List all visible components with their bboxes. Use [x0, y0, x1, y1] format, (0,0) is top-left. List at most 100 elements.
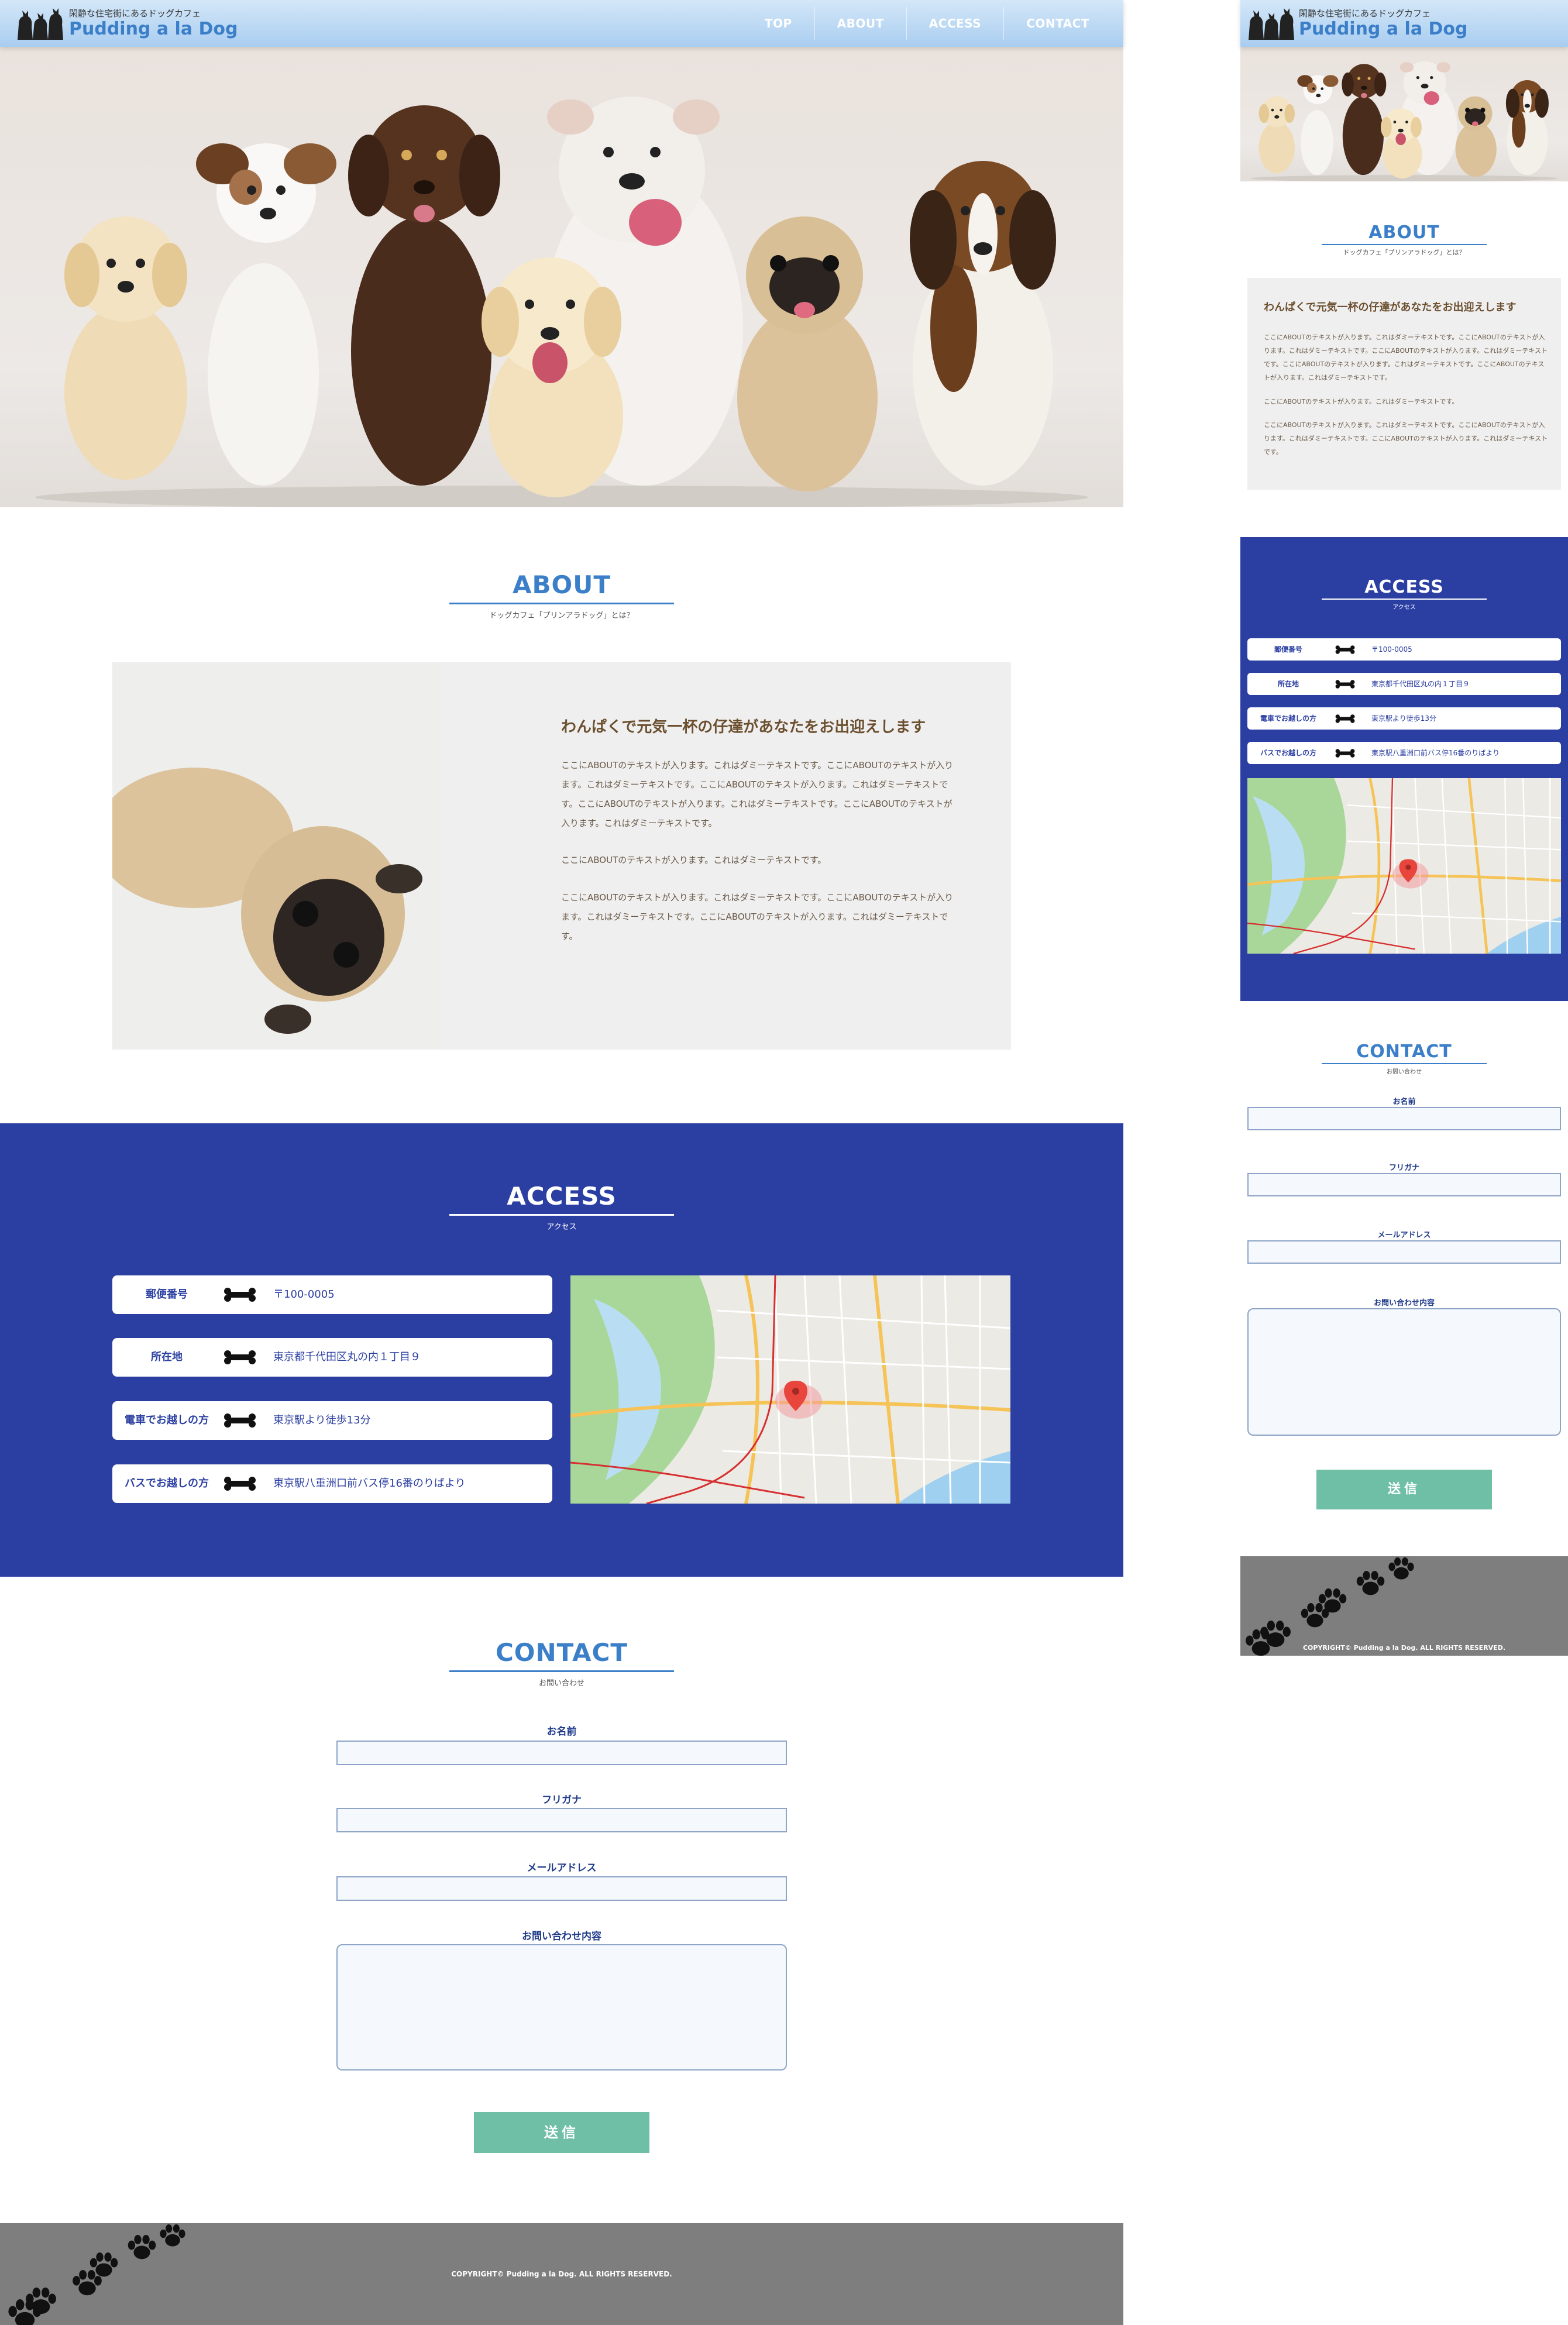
- contact-section-title: CONTACT お問い合わせ: [445, 1638, 679, 1688]
- access-row-address: 所在地 東京都千代田区丸の内１丁目９: [112, 1338, 552, 1377]
- access-row-label: 郵便番号: [146, 1288, 188, 1301]
- mobile-about-underline: [1322, 244, 1487, 245]
- dogs-logo-icon[interactable]: [1246, 7, 1294, 40]
- mobile-footer: COPYRIGHT© Pudding a la Dog. ALL RIGHTS …: [1240, 1556, 1568, 1656]
- message-label: お問い合わせ内容: [522, 1931, 601, 1942]
- hero-image: [0, 47, 1123, 507]
- mobile-access-row-value: 東京都千代田区丸の内１丁目９: [1371, 680, 1470, 688]
- mobile-access-subtitle: アクセス: [1392, 604, 1416, 611]
- pug-photo: [112, 662, 440, 1050]
- about-paragraph-1: ここにABOUTのテキストが入ります。これはダミーテキストです。ここにABOUT…: [561, 760, 954, 828]
- access-row-value: 東京駅より徒歩13分: [273, 1414, 371, 1426]
- mobile-access-row-value: 東京駅より徒歩13分: [1371, 714, 1437, 723]
- about-paragraph-3: ここにABOUTのテキストが入ります。これはダミーテキストです。ここにABOUT…: [561, 892, 954, 941]
- mobile-name-input[interactable]: [1247, 1107, 1561, 1130]
- mobile-copyright-text: COPYRIGHT© Pudding a la Dog. ALL RIGHTS …: [1302, 1644, 1506, 1652]
- access-row-train: 電車でお越しの方 東京駅より徒歩13分: [112, 1401, 552, 1440]
- about-subtitle: ドッグカフェ「プリンアラドッグ」とは？: [489, 611, 634, 620]
- bone-icon: [223, 1413, 256, 1428]
- puppies-photo: [0, 47, 1123, 507]
- mobile-about-paragraph-2: ここにABOUTのテキストが入ります。これはダミーテキストです。: [1264, 398, 1459, 405]
- mobile-access-row-value: 〒100-0005: [1371, 645, 1412, 654]
- mobile-access-row-bus: バスでお越しの方 東京駅八重洲口前バス停16番のりばより: [1247, 742, 1561, 764]
- map-image: [570, 1275, 1010, 1504]
- about-paragraph-2: ここにABOUTのテキストが入ります。これはダミーテキストです。: [561, 855, 827, 865]
- mobile-access-row-value: 東京駅八重洲口前バス停16番のりばより: [1371, 749, 1500, 757]
- bone-icon: [1335, 749, 1355, 758]
- access-title-underline: [449, 1214, 674, 1216]
- bone-icon: [223, 1288, 256, 1302]
- furigana-label: フリガナ: [542, 1794, 582, 1806]
- mobile-furigana-input[interactable]: [1247, 1173, 1561, 1196]
- access-title: ACCESS: [507, 1182, 617, 1210]
- mobile-access-row-label: 所在地: [1277, 680, 1299, 688]
- mobile-access-map[interactable]: [1247, 778, 1561, 954]
- submit-button[interactable]: 送信: [474, 2112, 649, 2153]
- site-brand[interactable]: Pudding a la Dog: [69, 19, 238, 39]
- access-row-value: 東京駅八重洲口前バス停16番のりばより: [273, 1477, 466, 1490]
- email-label: メールアドレス: [527, 1862, 597, 1874]
- dogs-logo-icon[interactable]: [15, 7, 63, 40]
- mobile-contact-subtitle: お問い合わせ: [1387, 1069, 1422, 1075]
- copyright-text: COPYRIGHT© Pudding a la Dog. ALL RIGHTS …: [451, 2270, 672, 2278]
- nav-contact[interactable]: CONTACT: [1003, 7, 1112, 40]
- mobile-about-card: わんぱくで元気一杯の仔達があなたをお出迎えします ここにABOUTのテキストが入…: [1247, 278, 1561, 490]
- mobile-name-label: お名前: [1392, 1098, 1416, 1106]
- mobile-access-underline: [1322, 599, 1487, 600]
- about-title-underline: [449, 603, 674, 604]
- site-header: 閑静な住宅街にあるドッグカフェ Pudding a la Dog TOP ABO…: [0, 0, 1123, 47]
- mobile-about-subtitle: ドッグカフェ「プリンアラドッグ」とは？: [1343, 249, 1466, 256]
- mobile-tagline: 閑静な住宅街にあるドッグカフェ: [1299, 8, 1431, 19]
- furigana-input[interactable]: [336, 1808, 787, 1832]
- access-row-label: バスでお越しの方: [125, 1477, 209, 1490]
- access-row-postal: 郵便番号 〒100-0005: [112, 1275, 552, 1314]
- about-title: ABOUT: [513, 570, 611, 599]
- mobile-message-label: お問い合わせ内容: [1373, 1299, 1435, 1308]
- nav-top[interactable]: TOP: [742, 7, 814, 40]
- paw-prints-icon: [1246, 1557, 1414, 1656]
- email-input[interactable]: [336, 1876, 787, 1901]
- mobile-message-textarea[interactable]: [1247, 1308, 1561, 1436]
- map-image: [1247, 778, 1561, 954]
- access-section-title: ACCESS アクセス: [445, 1182, 679, 1232]
- contact-title-underline: [449, 1670, 674, 1672]
- mobile-email-input[interactable]: [1247, 1240, 1561, 1264]
- access-map[interactable]: [570, 1275, 1010, 1504]
- mobile-access-title: ACCESS: [1364, 577, 1444, 597]
- mobile-brand[interactable]: Pudding a la Dog: [1299, 19, 1468, 39]
- access-row-label: 電車でお越しの方: [125, 1414, 209, 1426]
- mobile-access-row-label: 電車でお越しの方: [1260, 714, 1316, 723]
- mobile-access-row-address: 所在地 東京都千代田区丸の内１丁目９: [1247, 673, 1561, 695]
- mobile-about-title-block: ABOUT ドッグカフェ「プリンアラドッグ」とは？: [1316, 222, 1492, 257]
- bone-icon: [1335, 714, 1355, 723]
- mobile-access-row-label: バスでお越しの方: [1260, 749, 1316, 757]
- about-card: わんぱくで元気一杯の仔達があなたをお出迎えします ここにABOUTのテキストが入…: [112, 662, 1011, 1050]
- access-subtitle: アクセス: [546, 1223, 577, 1232]
- access-row-label: 所在地: [151, 1351, 183, 1363]
- mobile-contact-underline: [1322, 1063, 1487, 1064]
- mobile-contact-title-block: CONTACT お問い合わせ: [1316, 1041, 1492, 1075]
- access-row-bus: バスでお越しの方 東京駅八重洲口前バス停16番のりばより: [112, 1464, 552, 1503]
- mobile-header: 閑静な住宅街にあるドッグカフェ Pudding a la Dog: [1240, 0, 1568, 47]
- contact-title: CONTACT: [495, 1638, 628, 1667]
- bone-icon: [1335, 680, 1355, 689]
- main-nav: TOP ABOUT ACCESS CONTACT: [742, 7, 1112, 40]
- name-input[interactable]: [336, 1741, 787, 1765]
- mobile-about-heading: わんぱくで元気一杯の仔達があなたをお出迎えします: [1264, 301, 1517, 314]
- mobile-access-row-train: 電車でお越しの方 東京駅より徒歩13分: [1247, 707, 1561, 730]
- nav-about[interactable]: ABOUT: [814, 7, 906, 40]
- mobile-email-label: メールアドレス: [1377, 1231, 1431, 1240]
- about-heading: わんぱくで元気一杯の仔達があなたをお出迎えします: [561, 718, 926, 736]
- access-section: ACCESS アクセス 郵便番号 〒100-0005 所在地 東京都千代田区丸の…: [0, 1123, 1123, 1577]
- name-label: お名前: [546, 1726, 577, 1738]
- mobile-access-row-label: 郵便番号: [1274, 645, 1302, 654]
- site-tagline: 閑静な住宅街にあるドッグカフェ: [69, 8, 201, 19]
- mobile-submit-button[interactable]: 送信: [1316, 1470, 1492, 1509]
- message-textarea[interactable]: [336, 1944, 787, 2071]
- mobile-about-title: ABOUT: [1368, 222, 1440, 243]
- mobile-about-paragraph-1: ここにABOUTのテキストが入ります。これはダミーテキストです。ここにABOUT…: [1264, 333, 1548, 381]
- access-row-value: 〒100-0005: [273, 1288, 335, 1301]
- mobile-access-section: ACCESS アクセス 郵便番号 〒100-0005 所在地 東京都千代田区丸の…: [1240, 537, 1568, 1001]
- nav-access[interactable]: ACCESS: [906, 7, 1003, 40]
- mobile-furigana-label: フリガナ: [1388, 1164, 1419, 1172]
